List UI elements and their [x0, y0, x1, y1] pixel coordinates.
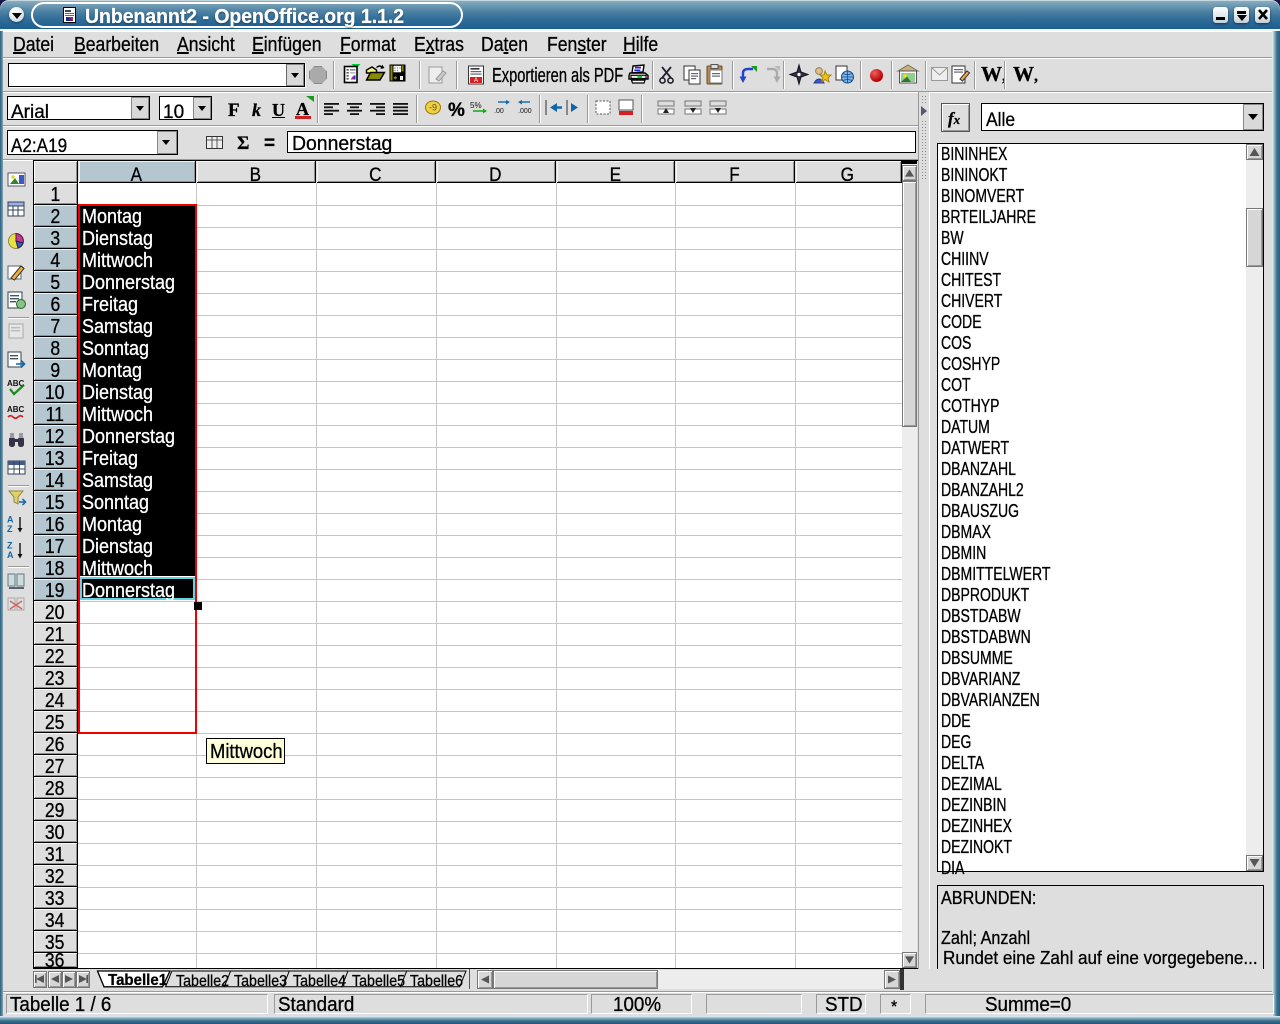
svg-text:.00: .00 [494, 108, 504, 115]
svg-text:5%: 5% [470, 101, 482, 110]
svg-text:-9: -9 [429, 103, 437, 113]
svg-text:Z: Z [7, 541, 13, 551]
svg-text:Z: Z [7, 524, 13, 534]
svg-text:A: A [474, 77, 479, 84]
svg-text:.000: .000 [518, 108, 532, 115]
svg-text:ABC: ABC [7, 405, 25, 414]
svg-text:A: A [7, 550, 14, 560]
svg-text:A: A [7, 515, 14, 525]
